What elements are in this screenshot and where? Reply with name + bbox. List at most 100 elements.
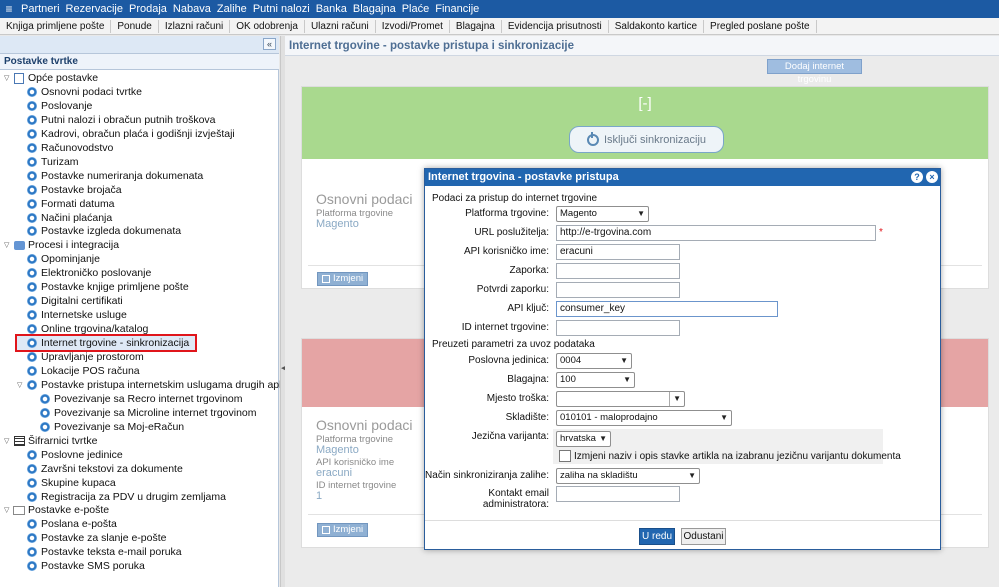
tree-item[interactable]: Povezivanje sa Microline internet trgovi…	[30, 406, 257, 420]
tree-item[interactable]: Računovodstvo	[17, 141, 113, 155]
cancel-button[interactable]: Odustani	[681, 528, 726, 545]
menu-place[interactable]: Plaće	[399, 3, 433, 15]
tree-item[interactable]: Upravljanje prostorom	[17, 350, 144, 364]
toolbar-ponude[interactable]: Ponude	[111, 19, 159, 33]
gear-icon	[39, 407, 51, 419]
business-unit-select[interactable]: 0004 ▼	[556, 353, 632, 369]
tree-item[interactable]: Opominjanje	[17, 252, 100, 266]
tree-item-label: Postavke knjige primljene pošte	[41, 281, 189, 294]
menu-rezervacije[interactable]: Rezervacije	[63, 3, 126, 15]
toolbar-knjiga-primljene-poste[interactable]: Knjiga primljene pošte	[0, 19, 112, 33]
toolbar-izvodi-promet[interactable]: Izvodi/Promet	[376, 19, 450, 33]
tree-item[interactable]: Internetske usluge	[17, 308, 127, 322]
menu-putni-nalozi[interactable]: Putni nalozi	[250, 3, 313, 15]
change-item-language-checkbox[interactable]	[559, 450, 571, 462]
tree-item[interactable]: Osnovni podaci tvrtke	[17, 85, 142, 99]
platform-select-value: Magento	[560, 208, 597, 219]
business-unit-field-label: Poslovna jedinica:	[468, 355, 549, 366]
tree-item[interactable]: Povezivanje sa Moj-eRačun	[30, 420, 184, 434]
language-select[interactable]: hrvatska ▼	[556, 431, 611, 447]
tree-item[interactable]: Putni nalozi i obračun putnih troškova	[17, 113, 216, 127]
tree-item[interactable]: ▽ Postavke e-pošte	[4, 503, 109, 517]
tree-item[interactable]: ▽ Postavke pristupa internetskim uslugama…	[17, 378, 311, 392]
disable-sync-button[interactable]: Isključi sinkronizaciju	[569, 126, 724, 153]
toolbar-pregled-poslane-poste[interactable]: Pregled poslane pošte	[704, 19, 817, 33]
admin-email-input[interactable]	[556, 486, 680, 502]
tree-item[interactable]: Online trgovina/katalog	[17, 322, 148, 336]
tree-item[interactable]: ▽ Šifrarnici tvrtke	[4, 434, 97, 448]
help-icon[interactable]: ?	[911, 171, 923, 183]
cost-place-select[interactable]: ▼	[556, 391, 685, 407]
chevron-down-icon: ▼	[720, 413, 728, 422]
tree-item[interactable]: Skupine kupaca	[17, 476, 116, 490]
tree-item[interactable]: Poslovanje	[17, 99, 92, 113]
menu-partneri[interactable]: Partneri	[18, 3, 63, 15]
menu-prodaja[interactable]: Prodaja	[126, 3, 170, 15]
api-key-input[interactable]: consumer_key	[556, 301, 778, 317]
business-unit-select-value: 0004	[560, 355, 582, 366]
tree-item[interactable]: Postavke numeriranja dokumenata	[17, 169, 203, 183]
menu-zalihe[interactable]: Zalihe	[214, 3, 250, 15]
toolbar-ulazni-racuni[interactable]: Ulazni računi	[305, 19, 376, 33]
close-icon[interactable]: ×	[926, 171, 938, 183]
stock-sync-mode-select-value: zaliha na skladištu	[560, 470, 638, 481]
expand-toggle-icon[interactable]: ▽	[4, 74, 13, 82]
tree-item[interactable]: Postavke brojača	[17, 183, 122, 197]
password-input[interactable]	[556, 263, 680, 279]
tree-item[interactable]: Digitalni certifikati	[17, 294, 123, 308]
shop-id-input[interactable]	[556, 320, 680, 336]
cash-register-select-value: 100	[560, 374, 576, 385]
gear-icon	[26, 86, 38, 98]
tree-item-label: Poslana e-pošta	[41, 518, 117, 531]
collapse-card-toggle[interactable]: [-]	[302, 95, 988, 112]
language-select-value: hrvatska	[560, 433, 596, 444]
gear-icon	[26, 281, 38, 293]
warehouse-select[interactable]: 010101 - maloprodajno ▼	[556, 410, 732, 426]
url-input[interactable]: http://e-trgovina.com	[556, 225, 876, 241]
toolbar-saldakonto-kartice[interactable]: Saldakonto kartice	[609, 19, 705, 33]
tree-item[interactable]: Postavke teksta e-mail poruka	[17, 545, 182, 559]
tree-item[interactable]: Turizam	[17, 155, 79, 169]
stock-sync-mode-select[interactable]: zaliha na skladištu ▼	[556, 468, 700, 484]
menu-banka[interactable]: Banka	[313, 3, 350, 15]
tree-item[interactable]: Završni tekstovi za dokumente	[17, 462, 183, 476]
menu-nabava[interactable]: Nabava	[170, 3, 214, 15]
expand-toggle-icon[interactable]: ▽	[4, 506, 13, 514]
tree-item[interactable]: Postavke SMS poruka	[17, 559, 145, 573]
tree-item[interactable]: Elektroničko poslovanje	[17, 266, 151, 280]
toolbar-izlazni-racuni[interactable]: Izlazni računi	[159, 19, 231, 33]
api-user-input[interactable]: eracuni	[556, 244, 680, 260]
tree-item[interactable]: Postavke knjige primljene pošte	[17, 280, 189, 294]
tree-item[interactable]: Postavke izgleda dokumenata	[17, 224, 181, 238]
ok-button[interactable]: U redu	[639, 528, 675, 545]
edit-card-button[interactable]: Izmjeni	[317, 523, 369, 537]
tree-item[interactable]: Formati datuma	[17, 197, 115, 211]
cash-register-select[interactable]: 100 ▼	[556, 372, 635, 388]
tree-item[interactable]: Lokacije POS računa	[17, 364, 140, 378]
tree-item[interactable]: ▽ Procesi i integracija	[4, 238, 119, 252]
tree-item[interactable]: Povezivanje sa Recro internet trgovinom	[30, 392, 243, 406]
password-confirm-input[interactable]	[556, 282, 680, 298]
tree-item[interactable]: Načini plaćanja	[17, 211, 112, 225]
tree-item[interactable]: Registracija za PDV u drugim zemljama	[17, 490, 226, 504]
collapse-sidebar-button[interactable]: «	[263, 38, 276, 50]
tree-item[interactable]: Kadrovi, obračun plaća i godišnji izvješ…	[17, 127, 235, 141]
toolbar-evidencija-prisutnosti[interactable]: Evidencija prisutnosti	[502, 19, 609, 33]
tree-item[interactable]: ▽ Opće postavke	[4, 71, 98, 85]
tree-item-selected[interactable]: Internet trgovine - sinkronizacija	[14, 334, 198, 353]
app-logo-icon[interactable]: ≡	[0, 0, 18, 18]
toolbar-ok-odobrenja[interactable]: OK odobrenja	[230, 19, 305, 33]
expand-toggle-icon[interactable]: ▽	[4, 437, 13, 445]
toolbar-blagajna[interactable]: Blagajna	[450, 19, 502, 33]
chevron-down-icon: ▼	[637, 209, 645, 218]
menu-blagajna[interactable]: Blagajna	[350, 3, 399, 15]
add-web-shop-button[interactable]: Dodaj internet trgovinu	[767, 59, 862, 85]
tree-item[interactable]: Poslovne jedinice	[17, 448, 123, 462]
tree-item[interactable]: Poslana e-pošta	[17, 517, 117, 531]
tree-item[interactable]: Postavke za slanje e-pošte	[17, 531, 167, 545]
menu-financije[interactable]: Financije	[432, 3, 482, 15]
expand-toggle-icon[interactable]: ▽	[17, 381, 26, 389]
expand-toggle-icon[interactable]: ▽	[4, 241, 13, 249]
edit-card-button[interactable]: Izmjeni	[317, 272, 369, 286]
platform-select[interactable]: Magento ▼	[556, 206, 649, 222]
